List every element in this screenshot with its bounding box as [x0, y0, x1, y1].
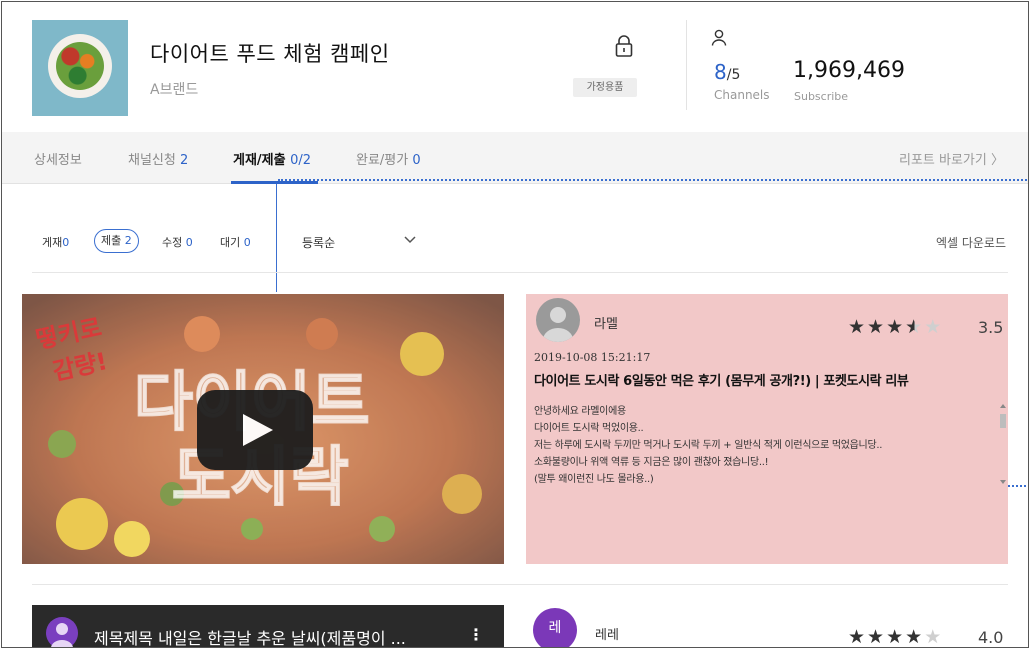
- review-body-line: 저는 하루에 도시락 두끼만 먹거나 도시락 두끼 + 일반식 적게 이런식으로…: [534, 440, 883, 451]
- default-avatar-icon: [51, 623, 73, 647]
- filter-divider: [32, 272, 1008, 273]
- person-icon: [711, 29, 727, 46]
- default-avatar-icon: [543, 307, 573, 342]
- brand-name: A브랜드: [150, 82, 199, 98]
- star-icon: ★: [848, 316, 868, 338]
- filter-submitted[interactable]: 제출 2: [94, 229, 139, 253]
- filter-bar: 게재0 제출 2 수정 0 대기 0 등록순 엑셀 다운로드: [2, 222, 1028, 262]
- annotation-dotted-line-side: [1008, 485, 1028, 487]
- more-options-icon[interactable]: ⋮: [468, 625, 484, 644]
- review-card: 라멜 ★★★★★ 3.5 2019-10-08 15:21:17 다이어트 도시…: [526, 294, 1008, 564]
- review-title[interactable]: 다이어트 도시락 6일동안 먹은 후기 (몸무게 공개?!) | 포켓도시락 리…: [534, 370, 909, 389]
- review-body-line: (말투 왜이런진 나도 몰라용..): [534, 474, 654, 485]
- star-icon: ★: [867, 316, 887, 338]
- review-body-line: 안녕하세요 라멜이에용: [534, 406, 626, 417]
- star-icon: ★: [905, 316, 925, 338]
- avatar: [536, 298, 580, 342]
- category-badge: 가정용품: [573, 78, 637, 97]
- annotation-dotted-line: [278, 179, 1028, 181]
- reviewer-name: 레레: [595, 628, 619, 643]
- chevron-down-icon[interactable]: [404, 235, 416, 245]
- subscribe-count: 1,969,469: [793, 58, 905, 83]
- food-image: [56, 42, 104, 90]
- filter-posted[interactable]: 게재0: [42, 234, 69, 250]
- review-video-thumbnail-2[interactable]: 제목제목 내일은 한글날 추운 날씨(제품명이 ... ⋮: [32, 605, 504, 647]
- star-icon: ★: [905, 626, 925, 648]
- play-button[interactable]: [197, 390, 313, 470]
- tab-detail[interactable]: 상세정보: [34, 149, 82, 168]
- tab-complete-evaluate[interactable]: 완료/평가 0: [356, 149, 421, 168]
- review-video-thumbnail[interactable]: 떻키로 감량! 다이어트 도시락: [22, 294, 504, 564]
- subscribe-label: Subscribe: [794, 90, 849, 103]
- tab-post-submit[interactable]: 게재/제출 0/2: [233, 149, 311, 168]
- excel-download-button[interactable]: 엑셀 다운로드: [936, 234, 1006, 251]
- star-icon: ★: [924, 626, 944, 648]
- star-rating: ★★★★★: [848, 316, 943, 338]
- filter-waiting[interactable]: 대기 0: [220, 234, 251, 250]
- star-icon: ★: [886, 316, 906, 338]
- review-divider: [32, 584, 1008, 585]
- rating-value: 4.0: [978, 628, 1004, 647]
- review-body: 안녕하세요 라멜이에용 다이어트 도시락 먹었이용.. 저는 하루에 도시락 두…: [534, 403, 996, 488]
- filter-revision[interactable]: 수정 0: [162, 234, 193, 250]
- review-date: 2019-10-08 15:21:17: [534, 351, 651, 364]
- campaign-thumbnail: [32, 20, 128, 116]
- campaign-page: 다이어트 푸드 체험 캠페인 A브랜드 가정용품 8/5 Channels 1,…: [1, 1, 1029, 648]
- star-rating: ★★★★★: [848, 626, 944, 648]
- review-body-line: 다이어트 도시락 먹었이용..: [534, 423, 644, 434]
- star-icon: ★: [848, 626, 868, 648]
- video-title[interactable]: 제목제목 내일은 한글날 추운 날씨(제품명이 ...: [94, 625, 406, 647]
- avatar: 레: [533, 608, 577, 647]
- channels-label: Channels: [714, 88, 770, 102]
- campaign-title: 다이어트 푸드 체험 캠페인: [150, 42, 390, 66]
- star-icon: ★: [924, 316, 944, 338]
- star-icon: ★: [867, 626, 887, 648]
- campaign-header: 다이어트 푸드 체험 캠페인 A브랜드 가정용품 8/5 Channels 1,…: [2, 2, 1028, 132]
- scrollbar[interactable]: [999, 402, 1007, 486]
- report-link[interactable]: 리포트 바로가기 〉: [899, 149, 1004, 168]
- rating-value: 3.5: [978, 318, 1004, 337]
- review-body-line: 소화불량이나 위액 역류 등 지금은 많이 괜찮아 졌습니당..!: [534, 457, 769, 468]
- sort-dropdown[interactable]: 등록순: [302, 234, 335, 251]
- tab-bar: 상세정보 채널신청 2 게재/제출 0/2 완료/평가 0 리포트 바로가기 〉: [2, 132, 1028, 184]
- header-divider: [686, 20, 687, 110]
- star-icon: ★: [886, 626, 906, 648]
- lock-icon: [615, 35, 633, 57]
- tab-channel-apply[interactable]: 채널신청 2: [128, 149, 188, 168]
- channels-count: 8/5: [714, 60, 741, 84]
- channel-avatar: [46, 617, 78, 647]
- reviewer-name: 라멜: [594, 317, 618, 332]
- active-tab-indicator: [231, 181, 318, 184]
